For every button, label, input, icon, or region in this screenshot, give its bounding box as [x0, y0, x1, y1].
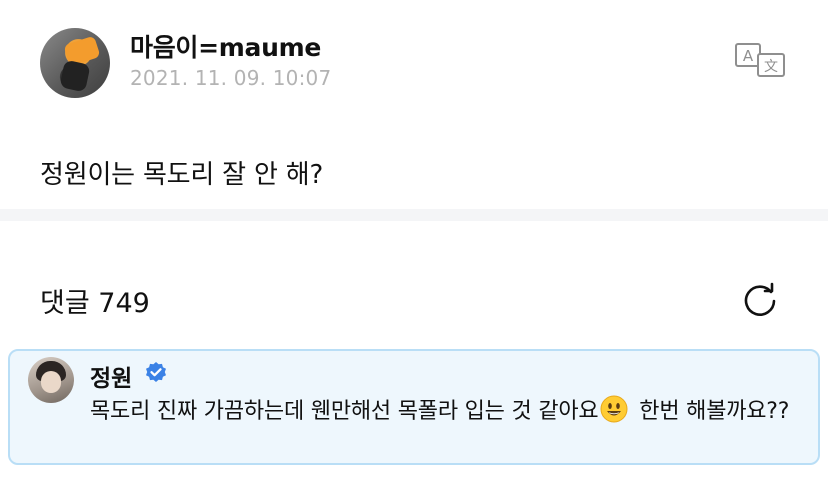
comment-item[interactable]: 정원 목도리 진짜 가끔하는데 웬만해선 목폴라 입는 것 같아요 한번 해볼까… — [8, 349, 820, 465]
svg-text:文: 文 — [764, 59, 778, 75]
comments-count: 댓글 749 — [40, 288, 150, 319]
verified-badge-icon — [146, 362, 166, 382]
author-avatar[interactable] — [40, 28, 110, 98]
post-body: 정원이는 목도리 잘 안 해? — [40, 160, 324, 190]
post-header: 마음이=maume 2021. 11. 09. 10:07 A 文 — [0, 0, 828, 130]
translate-button[interactable]: A 文 — [734, 42, 786, 78]
avatar-figure-bottom — [59, 59, 91, 93]
refresh-button[interactable] — [740, 279, 780, 319]
comment-text-part-2: 한번 해볼까요?? — [632, 399, 790, 424]
smiling-face-emoji — [600, 395, 628, 423]
avatar-face — [41, 371, 61, 393]
post-date: 2021. 11. 09. 10:07 — [130, 66, 332, 90]
author-name[interactable]: 마음이=maume — [130, 28, 321, 64]
refresh-icon — [744, 282, 776, 316]
comment-text-part-1: 목도리 진짜 가끔하는데 웬만해선 목폴라 입는 것 같아요 — [90, 399, 599, 424]
svg-text:A: A — [743, 47, 754, 65]
commenter-name[interactable]: 정원 — [90, 359, 132, 393]
translate-icon: A 文 — [735, 43, 785, 77]
commenter-avatar[interactable] — [28, 357, 74, 403]
section-divider — [0, 209, 828, 221]
comment-text: 목도리 진짜 가끔하는데 웬만해선 목폴라 입는 것 같아요 한번 해볼까요?? — [90, 395, 810, 429]
